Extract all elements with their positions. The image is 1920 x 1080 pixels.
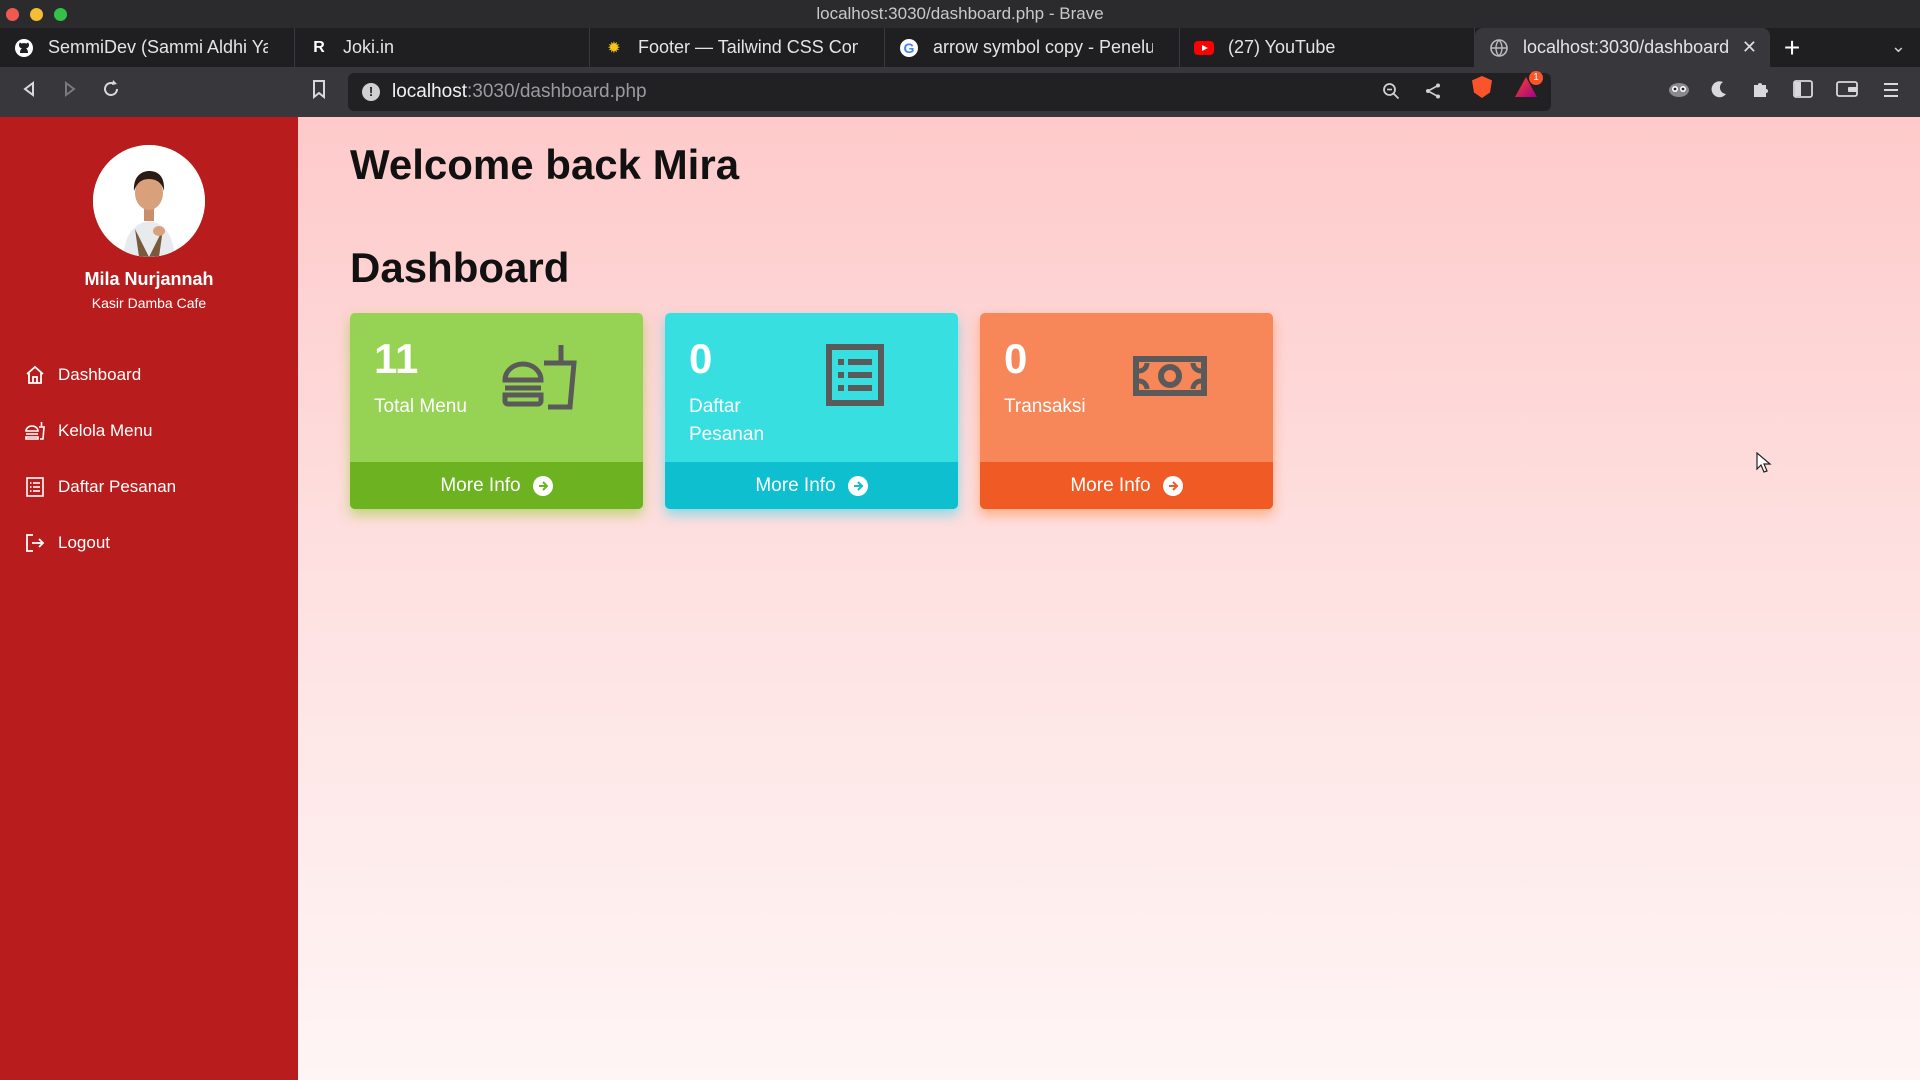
tab-label: localhost:3030/dashboard xyxy=(1523,37,1730,57)
burger-drink-icon xyxy=(500,335,580,415)
card-count: 0 xyxy=(1004,335,1028,382)
card-label: Daftar Pesanan xyxy=(689,396,765,445)
more-info-button[interactable]: More Info xyxy=(980,462,1273,509)
more-info-label: More Info xyxy=(1070,474,1151,496)
minimize-window-button[interactable] xyxy=(30,8,43,21)
sidebar-item-label: Dashboard xyxy=(58,365,142,384)
joki-icon: R xyxy=(313,38,325,56)
card-total-menu: 11 Total Menu More Info xyxy=(350,313,643,509)
logout-icon xyxy=(24,532,46,554)
new-tab-button[interactable]: + xyxy=(1770,28,1814,67)
card-count: 0 xyxy=(689,335,713,382)
more-info-label: More Info xyxy=(755,474,836,496)
address-bar[interactable]: ! localhost:3030/dashboard.php xyxy=(348,73,1551,111)
sidebar-item-logout[interactable]: Logout xyxy=(24,528,274,558)
chevron-down-icon[interactable]: ⌄ xyxy=(1891,36,1906,57)
dark-mode-icon[interactable] xyxy=(1706,79,1732,105)
globe-icon xyxy=(1489,38,1509,58)
forward-button[interactable] xyxy=(57,79,83,105)
tab-label: arrow symbol copy - Penelusu xyxy=(933,37,1153,57)
list-alt-icon xyxy=(815,335,895,415)
tab-joki[interactable]: R Joki.in xyxy=(295,28,590,67)
card-label: Total Menu xyxy=(374,396,467,417)
maximize-window-button[interactable] xyxy=(54,8,67,21)
web-page: Mila Nurjannah Kasir Damba Cafe Dashboar… xyxy=(0,117,1920,1080)
welcome-heading: Welcome back Mira xyxy=(350,141,740,188)
tab-label: SemmiDev (Sammi Aldhi Yan xyxy=(48,37,268,57)
arrow-right-icon xyxy=(1162,475,1183,496)
tab-google-search[interactable]: G arrow symbol copy - Penelusu xyxy=(885,28,1180,67)
url-text[interactable]: localhost:3030/dashboard.php xyxy=(392,81,647,103)
zoom-icon[interactable] xyxy=(1380,82,1402,104)
money-icon xyxy=(1130,335,1210,415)
share-icon[interactable] xyxy=(1422,82,1444,104)
sidebar-item-label: Daftar Pesanan xyxy=(58,477,177,496)
sidebar: Mila Nurjannah Kasir Damba Cafe Dashboar… xyxy=(0,117,298,1080)
more-info-button[interactable]: More Info xyxy=(350,462,643,509)
sidebar-item-dashboard[interactable]: Dashboard xyxy=(24,360,274,390)
extensions-puzzle-icon[interactable] xyxy=(1748,79,1774,105)
list-icon xyxy=(24,476,46,498)
page-title: Dashboard xyxy=(350,244,570,291)
arrow-right-icon xyxy=(847,475,868,496)
sidebar-item-label: Kelola Menu xyxy=(58,421,153,440)
avatar xyxy=(93,145,205,257)
close-window-button[interactable] xyxy=(6,8,19,21)
menu-icon[interactable] xyxy=(1878,79,1904,105)
arrow-right-icon xyxy=(532,475,553,496)
tab-label: Footer — Tailwind CSS Compo xyxy=(638,37,858,57)
svg-text:G: G xyxy=(904,40,915,56)
tab-dashboard[interactable]: localhost:3030/dashboard ✕ xyxy=(1475,28,1770,67)
user-name: Mila Nurjannah xyxy=(84,269,214,289)
tab-label: Joki.in xyxy=(343,37,395,57)
tab-github[interactable]: SemmiDev (Sammi Aldhi Yan xyxy=(0,28,295,67)
site-info-icon[interactable]: ! xyxy=(362,83,380,101)
youtube-icon xyxy=(1194,38,1214,58)
card-count: 11 xyxy=(374,335,419,382)
sidebar-item-label: Logout xyxy=(58,533,110,552)
tab-label: (27) YouTube xyxy=(1228,37,1336,57)
extension-owl-icon[interactable] xyxy=(1666,79,1692,105)
more-info-label: More Info xyxy=(440,474,521,496)
main-content: Welcome back Mira Dashboard 11 Total Men… xyxy=(298,117,1920,1080)
sidebar-item-kelola-menu[interactable]: Kelola Menu xyxy=(24,416,274,446)
sun-icon: ✹ xyxy=(607,39,621,57)
bookmark-icon[interactable] xyxy=(306,79,332,105)
wallet-icon[interactable] xyxy=(1834,79,1860,105)
food-icon xyxy=(24,420,46,442)
browser-toolbar: ! localhost:3030/dashboard.php 1 xyxy=(0,67,1920,117)
tab-tailwind-footer[interactable]: ✹ Footer — Tailwind CSS Compo xyxy=(590,28,885,67)
sidebar-toggle-icon[interactable] xyxy=(1790,79,1816,105)
github-icon xyxy=(14,38,34,58)
window-title: localhost:3030/dashboard.php - Brave xyxy=(816,4,1104,23)
user-role: Kasir Damba Cafe xyxy=(91,295,207,311)
back-button[interactable] xyxy=(16,79,42,105)
card-label: Transaksi xyxy=(1004,396,1086,417)
rewards-badge: 1 xyxy=(1529,71,1543,85)
reload-button[interactable] xyxy=(98,79,124,105)
card-transaksi: 0 Transaksi More Info xyxy=(980,313,1273,509)
home-icon xyxy=(24,364,46,386)
tab-strip: SemmiDev (Sammi Aldhi Yan R Joki.in ✹ Fo… xyxy=(0,28,1920,67)
google-icon: G xyxy=(899,38,919,58)
window-titlebar: localhost:3030/dashboard.php - Brave xyxy=(0,0,1920,28)
card-daftar-pesanan: 0 Daftar Pesanan More Info xyxy=(665,313,958,509)
close-tab-icon[interactable]: ✕ xyxy=(1742,37,1757,58)
tab-youtube[interactable]: (27) YouTube xyxy=(1180,28,1475,67)
sidebar-item-daftar-pesanan[interactable]: Daftar Pesanan xyxy=(24,472,274,502)
more-info-button[interactable]: More Info xyxy=(665,462,958,509)
